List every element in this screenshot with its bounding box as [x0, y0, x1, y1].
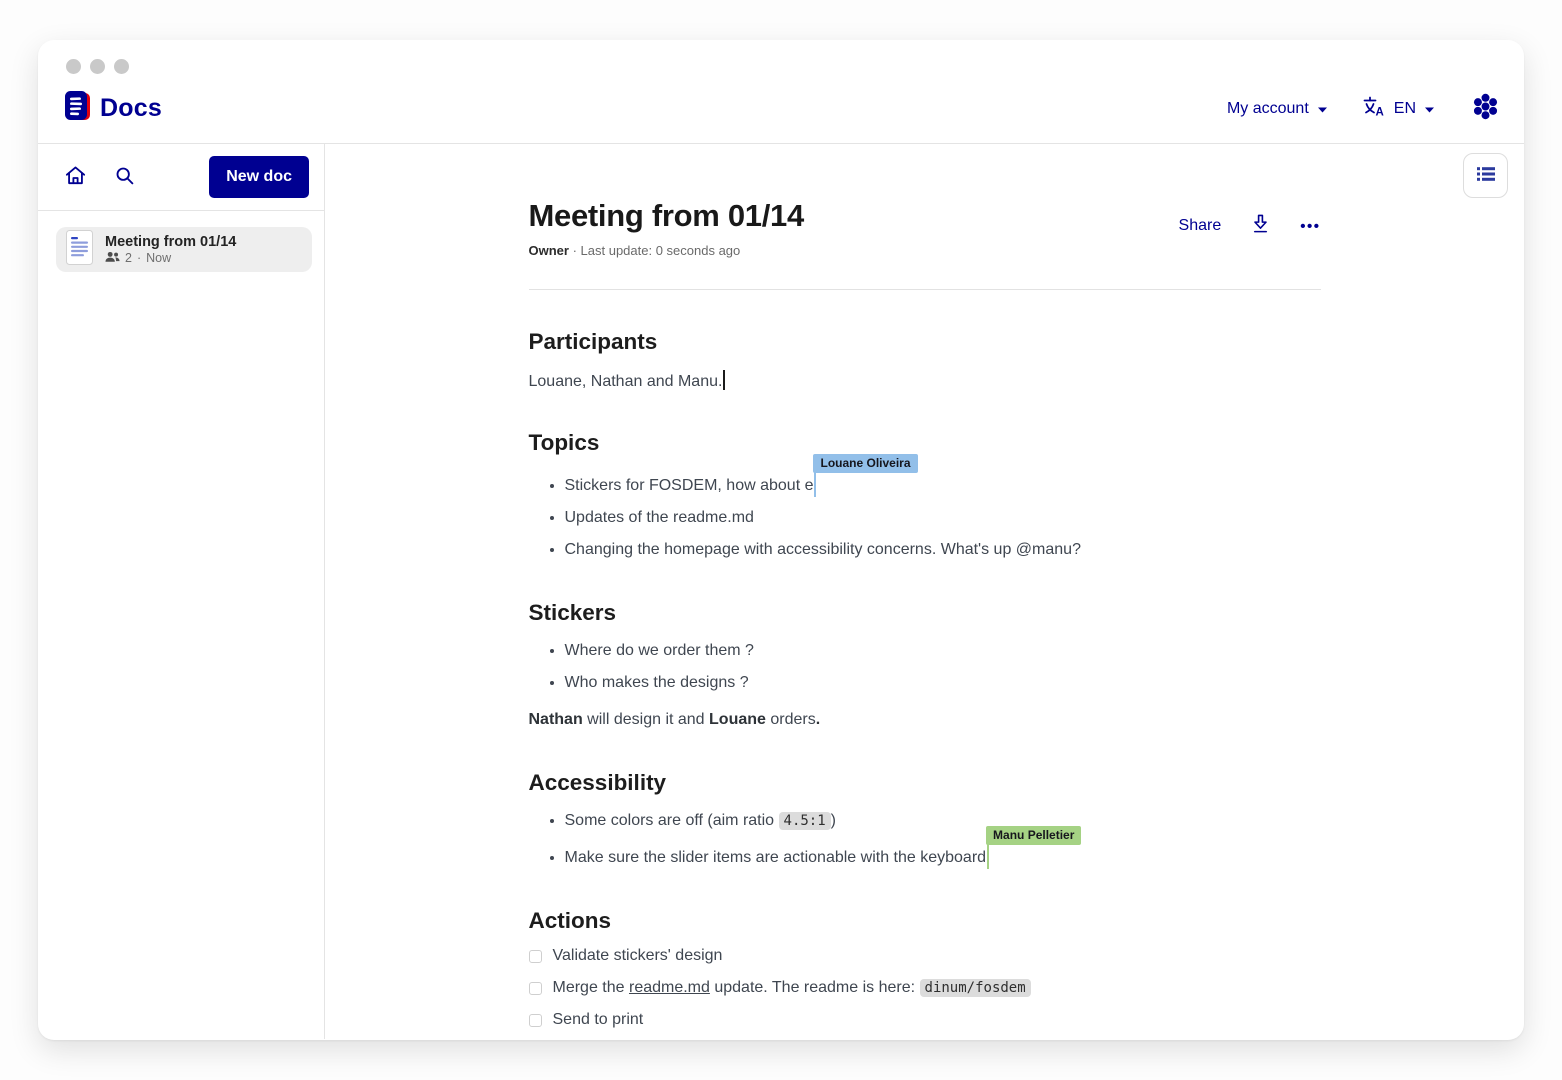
- doc-meta: Owner · Last update: 0 seconds ago: [529, 243, 804, 258]
- doc-item-time: Now: [146, 251, 171, 265]
- download-icon: [1251, 214, 1270, 238]
- window-control-dot[interactable]: [90, 59, 105, 74]
- apps-waffle-button[interactable]: [1469, 90, 1502, 128]
- accessibility-heading: Accessibility: [529, 770, 1321, 796]
- list-icon: [1475, 164, 1497, 187]
- inline-code: dinum/fosdem: [920, 979, 1031, 997]
- window-titlebar: [38, 40, 1524, 74]
- doc-item-user-count: 2: [125, 251, 132, 265]
- doc-divider: [529, 289, 1321, 290]
- checkbox[interactable]: [529, 950, 542, 963]
- last-update-text: · Last update: 0 seconds ago: [573, 243, 741, 258]
- window-control-dot[interactable]: [114, 59, 129, 74]
- app-window: Docs My account: [38, 40, 1524, 1040]
- doc-item-title: Meeting from 01/14: [105, 234, 236, 250]
- checklist-item-label: Send to print: [553, 1010, 644, 1030]
- sidebar: New doc Meeting: [38, 144, 325, 1039]
- search-button[interactable]: [114, 165, 135, 189]
- section-participants: Participants Louane, Nathan and Manu.: [529, 329, 1321, 391]
- section-stickers: Stickers Where do we order them ? Who ma…: [529, 600, 1321, 731]
- section-topics: Topics Stickers for FOSDEM, how about eL…: [529, 430, 1321, 561]
- section-actions: Actions Validate stickers' design Merge …: [529, 908, 1321, 1030]
- participants-text: Louane, Nathan and Manu.: [529, 370, 1321, 391]
- collab-cursor-manu: Manu Pelletier: [987, 842, 989, 869]
- share-button[interactable]: Share: [1179, 217, 1222, 235]
- checkbox[interactable]: [529, 1014, 542, 1027]
- app-title: Docs: [100, 94, 162, 123]
- doc-actions: Share •••: [1179, 214, 1321, 238]
- accessibility-bullet-1: Some colors are off (aim ratio 4.5:1): [565, 810, 1321, 832]
- stickers-note: Nathan will design it and Louane orders.: [529, 709, 1321, 731]
- checklist-item-label: Validate stickers' design: [553, 946, 723, 966]
- home-button[interactable]: [64, 164, 87, 190]
- top-bar: Docs My account: [38, 74, 1524, 144]
- collab-cursor-label: Manu Pelletier: [986, 826, 1081, 845]
- checklist-item-label: Merge the readme.md update. The readme i…: [553, 978, 1031, 998]
- doc-list: Meeting from 01/14 2: [38, 211, 324, 272]
- topics-bullet-1: Stickers for FOSDEM, how about eLouane O…: [565, 470, 1321, 497]
- docs-logo-icon: [64, 91, 91, 127]
- doc-list-item[interactable]: Meeting from 01/14 2: [56, 227, 312, 272]
- sidebar-toolbar: New doc: [38, 144, 324, 211]
- text-cursor: [723, 370, 725, 390]
- chevron-down-icon: [1317, 101, 1328, 119]
- topics-bullet-2: Updates of the readme.md: [565, 507, 1321, 529]
- collab-cursor-label: Louane Oliveira: [813, 454, 917, 473]
- apps-grid-icon: [1469, 90, 1502, 128]
- svg-text:A: A: [1375, 107, 1383, 119]
- inline-code: 4.5:1: [779, 812, 831, 830]
- main-panel: Meeting from 01/14 Owner · Last update: …: [325, 144, 1524, 1039]
- app-logo[interactable]: Docs: [64, 91, 162, 127]
- home-icon: [64, 164, 87, 190]
- stickers-bullet-1: Where do we order them ?: [565, 640, 1321, 662]
- checklist-item: Send to print: [529, 1010, 1321, 1030]
- topics-bullet-3: Changing the homepage with accessibility…: [565, 539, 1321, 561]
- doc-header: Meeting from 01/14 Owner · Last update: …: [529, 198, 1321, 258]
- new-doc-button[interactable]: New doc: [209, 156, 309, 198]
- translate-icon: A: [1362, 94, 1386, 123]
- users-icon: [105, 251, 120, 266]
- chevron-down-icon: [1424, 101, 1435, 119]
- language-label: EN: [1394, 100, 1416, 118]
- doc-editor[interactable]: Participants Louane, Nathan and Manu. To…: [529, 329, 1321, 1039]
- collab-cursor-louane: Louane Oliveira: [814, 470, 816, 497]
- section-accessibility: Accessibility Some colors are off (aim r…: [529, 770, 1321, 869]
- checklist-item: Validate stickers' design: [529, 946, 1321, 966]
- readme-link[interactable]: readme.md: [629, 979, 710, 996]
- window-control-dot[interactable]: [66, 59, 81, 74]
- document-icon: [66, 230, 93, 270]
- owner-badge: Owner: [529, 243, 569, 258]
- download-button[interactable]: [1251, 214, 1270, 238]
- stickers-heading: Stickers: [529, 600, 1321, 626]
- my-account-menu[interactable]: My account: [1227, 99, 1328, 119]
- actions-heading: Actions: [529, 908, 1321, 934]
- stickers-bullet-2: Who makes the designs ?: [565, 672, 1321, 694]
- participants-heading: Participants: [529, 329, 1321, 355]
- checklist-item: Merge the readme.md update. The readme i…: [529, 978, 1321, 998]
- more-options-button[interactable]: •••: [1300, 218, 1320, 235]
- doc-title[interactable]: Meeting from 01/14: [529, 198, 804, 234]
- checkbox[interactable]: [529, 982, 542, 995]
- search-icon: [114, 165, 135, 189]
- table-of-contents-button[interactable]: [1463, 153, 1508, 198]
- my-account-label: My account: [1227, 100, 1309, 118]
- doc-item-meta: 2 · Now: [105, 251, 236, 266]
- accessibility-bullet-2: Make sure the slider items are actionabl…: [565, 842, 1321, 869]
- doc-item-separator: ·: [137, 251, 141, 265]
- topics-heading: Topics: [529, 430, 1321, 456]
- language-selector[interactable]: A EN: [1362, 94, 1435, 123]
